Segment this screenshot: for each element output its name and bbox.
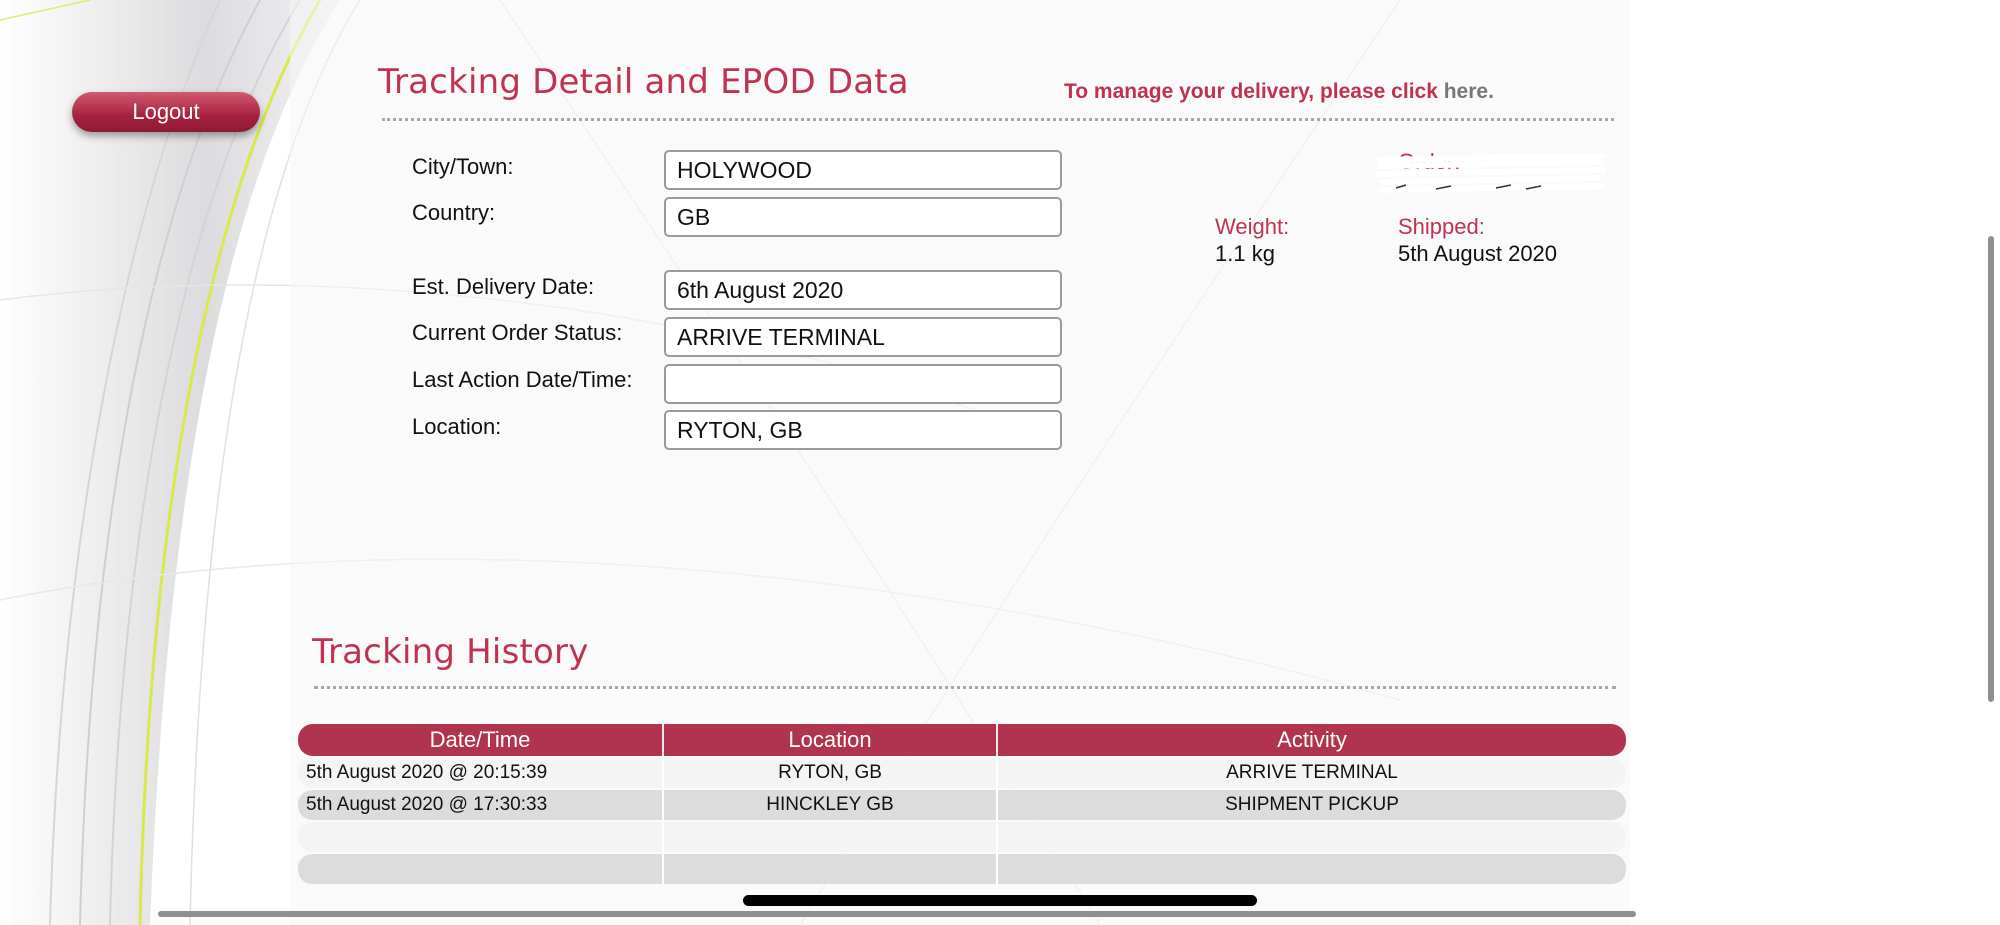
city-label: City/Town: (412, 154, 514, 179)
cell-activity (998, 822, 1626, 852)
cell-location: HINCKLEY GB (664, 790, 998, 820)
section-divider (382, 118, 1614, 121)
column-header-activity[interactable]: Activity (998, 724, 1626, 756)
column-header-datetime[interactable]: Date/Time (298, 724, 664, 756)
location-label: Location: (412, 414, 502, 439)
manage-delivery-link[interactable]: here. (1444, 80, 1494, 103)
manage-delivery-text: To manage your delivery, please click he… (1064, 80, 1494, 104)
redaction-scribble (1376, 153, 1606, 193)
city-field[interactable]: HOLYWOOD (664, 150, 1062, 190)
cell-location (664, 854, 998, 884)
table-row (298, 822, 1626, 852)
cell-activity: ARRIVE TERMINAL (998, 758, 1626, 788)
vertical-scrollbar[interactable] (1988, 236, 1994, 702)
cell-activity (998, 854, 1626, 884)
history-title: Tracking History (312, 632, 589, 672)
cell-activity: SHIPMENT PICKUP (998, 790, 1626, 820)
last-action-field[interactable] (664, 364, 1062, 404)
manage-delivery-prompt: To manage your delivery, please click (1064, 80, 1444, 103)
home-indicator[interactable] (743, 895, 1257, 906)
location-field[interactable]: RYTON, GB (664, 410, 1062, 450)
cell-location (664, 822, 998, 852)
order-status-field[interactable]: ARRIVE TERMINAL (664, 317, 1062, 357)
cell-datetime (298, 822, 664, 852)
order-status-label: Current Order Status: (412, 320, 623, 345)
weight-label: Weight: (1215, 214, 1290, 239)
last-action-label: Last Action Date/Time: (412, 367, 633, 392)
shipped-label: Shipped: (1398, 214, 1485, 239)
table-row (298, 854, 1626, 884)
table-row: 5th August 2020 @ 17:30:33 HINCKLEY GB S… (298, 790, 1626, 820)
weight-value: 1.1 kg (1215, 241, 1275, 266)
cell-datetime (298, 854, 664, 884)
logout-button[interactable]: Logout (72, 92, 260, 132)
column-header-location[interactable]: Location (664, 724, 998, 756)
table-header-row: Date/Time Location Activity (298, 724, 1626, 756)
cell-datetime: 5th August 2020 @ 20:15:39 (298, 758, 664, 788)
est-delivery-field[interactable]: 6th August 2020 (664, 270, 1062, 310)
tracking-history-table: Date/Time Location Activity 5th August 2… (298, 722, 1626, 886)
page-title: Tracking Detail and EPOD Data (378, 62, 909, 102)
table-row: 5th August 2020 @ 20:15:39 RYTON, GB ARR… (298, 758, 1626, 788)
cell-location: RYTON, GB (664, 758, 998, 788)
shipped-value: 5th August 2020 (1398, 241, 1558, 266)
country-label: Country: (412, 200, 496, 225)
est-delivery-label: Est. Delivery Date: (412, 274, 595, 299)
history-divider (314, 686, 1616, 689)
country-field[interactable]: GB (664, 197, 1062, 237)
horizontal-scrollbar[interactable] (158, 911, 1636, 917)
cell-datetime: 5th August 2020 @ 17:30:33 (298, 790, 664, 820)
